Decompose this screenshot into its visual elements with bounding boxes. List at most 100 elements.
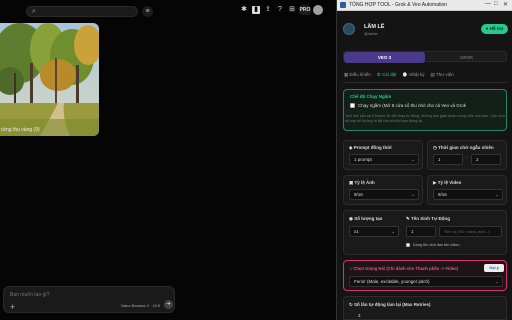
auto-name-start[interactable]: 1 [406,226,436,237]
prompt-concurrency-label: ◈ Prompt đồng thời [349,145,392,151]
image-ratio-label: ▣ Tỷ lệ Ảnh [349,180,375,186]
use-image-name-label: Dùng tên ảnh làm tên video [413,243,460,247]
retries-card: ↻ Số lần tự động làm lại (Max Retries) 2 [343,296,507,320]
background-mode-card: Chế độ Chạy Ngầm Chạy ngầm (Mở 8 cửa sổ … [343,89,507,131]
bookmark-icon[interactable]: ▮ [252,6,260,14]
log-icon: ⌚ [402,72,408,77]
search-icon: ⌕ [32,8,36,15]
tab-settings-label: Cài đặt [382,72,397,77]
tab-library[interactable]: ▤ Thư viện [431,72,454,78]
prompt-concurrency-value: 1 prompt [354,157,372,162]
voice-text: Chọn Giọng Nói (Chỉ dành cho Thanh phần … [353,266,459,271]
share-icon[interactable]: ⇪ [264,6,272,14]
screen: ⌕ ≡ ✱ ▮ ⇪ ? ⊞ PRO rừng thu vàng (9) Bạn … [0,0,512,320]
background-mode-label: Chạy ngầm (Mở 8 cửa sổ thu nhỏ cho cả Ve… [358,103,467,108]
video-ratio-select[interactable]: 9/16 ⌄ [433,189,503,200]
count-select[interactable]: x1 ⌄ [349,226,399,237]
auto-name-text: Tên Sinh Tự Động [411,216,451,221]
count-value: x1 [354,229,359,234]
image-ratio-text: Tỷ lệ Ảnh [354,180,375,185]
support-button[interactable]: ● Hỗ trợ [481,24,508,34]
prompt-input[interactable]: Bạn muốn tạo gì? [10,292,49,298]
top-icons: ✱ ▮ ⇪ ? ⊞ [240,6,296,16]
retries-input[interactable]: 2 [358,313,361,318]
random-wait-min[interactable]: 1 [433,154,463,165]
random-wait-card: ◷ Thời gian chờ ngẫu nhiên 1 - 2 [427,140,507,170]
prompt-concurrency-text: Prompt đồng thời [353,145,392,150]
tab-bar: ▦ Điều khiển ⚙ Cài đặt ⌚ Nhật ký ▤ Thư v… [344,72,454,78]
tab-divider [343,82,507,83]
user-handle: @lamle [364,31,378,36]
control-icon: ▦ [344,72,349,77]
prompt-concurrency-card: ◈ Prompt đồng thời 1 prompt ⌄ [343,140,423,170]
user-name: LÂM LÊ [364,24,385,30]
user-header: LÂM LÊ @lamle ● Hỗ trợ [341,16,509,44]
chevron-down-icon: ⌄ [411,192,415,197]
user-avatar[interactable] [313,5,323,15]
mode-switch: VEO 3 GROK [343,51,507,63]
add-icon[interactable]: + [10,302,15,312]
video-ratio-value: 9/16 [438,192,447,197]
user-avatar [343,23,355,35]
background-mode-hint: Tool mở sẵn và Chrome ẩn để chạy tự động… [345,114,505,123]
generation-card: ◉ Số lượng tạo x1 ⌄ ✎ Tên Sinh Tự Động 1 … [343,210,507,255]
autumn-forest-image[interactable] [0,23,99,136]
filter-button[interactable]: ≡ [142,6,153,17]
video-ratio-text: Tỷ lệ Video [437,180,462,185]
tab-settings[interactable]: ⚙ Cài đặt [377,72,397,78]
mode-grok[interactable]: GROK [426,52,507,63]
retries-label: ↻ Số lần tự động làm lại (Max Retries) [349,302,431,308]
tab-control[interactable]: ▦ Điều khiển [344,72,371,78]
pro-badge: PRO [299,5,311,15]
background-mode-checkbox[interactable] [350,103,355,108]
forest-photo [0,23,99,136]
app-icon [340,2,346,8]
random-wait-label: ◷ Thời gian chờ ngẫu nhiên [433,145,494,151]
count-label: ◉ Số lượng tạo [349,216,382,222]
voice-value: Fenrir (Male, excitable, younger pitch) [354,279,430,284]
main-pane: ⌕ ≡ ✱ ▮ ⇪ ? ⊞ PRO rừng thu vàng (9) Bạn … [0,0,336,320]
video-ratio-card: ▶ Tỷ lệ Video 9/16 ⌄ [427,175,507,205]
maximize-button[interactable]: □ [494,1,498,7]
image-caption: rừng thu vàng (9) [1,127,40,133]
prompt-concurrency-select[interactable]: 1 prompt ⌄ [349,154,419,165]
voice-card: ♫ Chọn Giọng Nói (Chỉ dành cho Thanh phầ… [343,260,507,291]
minimize-button[interactable]: — [485,1,491,7]
auto-name-prefix[interactable]: Tiền tố (VD: video_anh...) [439,226,502,237]
random-wait-text: Thời gian chờ ngẫu nhiên [438,145,494,150]
window-titlebar: TỔNG HỢP TOOL - Grok & Veo Automation — … [337,0,512,11]
range-separator: - [466,155,468,160]
automation-panel: TỔNG HỢP TOOL - Grok & Veo Automation — … [336,0,512,320]
support-label: Hỗ trợ [489,26,504,31]
gear-icon: ⚙ [376,72,381,77]
tab-library-label: Thư viện [435,72,454,77]
search-bar[interactable]: ⌕ [26,6,138,17]
tab-log[interactable]: ⌚ Nhật ký [402,72,424,78]
use-image-name-checkbox[interactable] [406,243,410,247]
count-text: Số lượng tạo [354,216,383,221]
random-wait-max[interactable]: 2 [471,154,501,165]
image-ratio-card: ▣ Tỷ lệ Ảnh 9/16 ⌄ [343,175,423,205]
background-mode-title: Chế độ Chạy Ngầm [350,94,392,99]
image-ratio-select[interactable]: 9/16 ⌄ [349,189,419,200]
auto-name-label: ✎ Tên Sinh Tự Động [406,216,450,222]
chevron-down-icon: ⌄ [411,157,415,162]
grid-icon[interactable]: ⊞ [288,6,296,14]
tab-log-label: Nhật ký [409,72,425,77]
chevron-down-icon: ⌄ [391,229,395,234]
send-button[interactable]: ➜ [164,300,173,309]
settings-icon[interactable]: ✱ [240,6,248,14]
retries-text: Số lần tự động làm lại (Max Retries) [354,302,431,307]
close-button[interactable]: ✕ [503,1,508,8]
window-title: TỔNG HỢP TOOL - Grok & Veo Automation [349,2,448,8]
voice-select[interactable]: Fenrir (Male, excitable, younger pitch) ⌄ [349,276,503,287]
voice-preview-label: Gọi ý [489,266,499,270]
help-icon[interactable]: ? [276,6,284,14]
chevron-down-icon: ⌄ [495,279,499,284]
model-chip[interactable]: Nano Banana 2 · 16:9 [121,303,160,308]
library-icon: ▤ [430,72,435,77]
chevron-down-icon: ⌄ [495,192,499,197]
voice-preview-button[interactable]: Gọi ý [484,264,504,272]
mode-veo3[interactable]: VEO 3 [344,52,425,63]
prompt-box[interactable]: Bạn muốn tạo gì? + Nano Banana 2 · 16:9 … [3,286,175,313]
